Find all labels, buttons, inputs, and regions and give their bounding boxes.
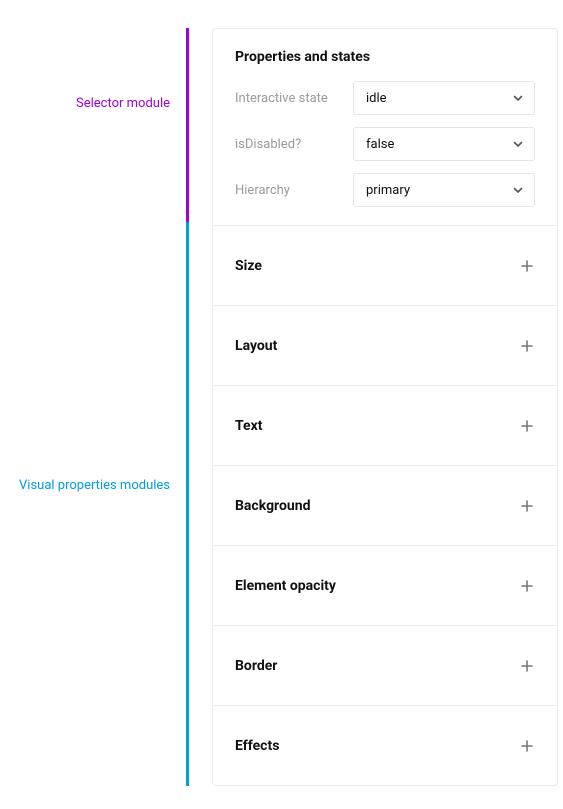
visual-section-label: Size xyxy=(235,258,262,274)
select-value: false xyxy=(366,137,394,152)
chevron-down-icon xyxy=(512,138,524,150)
property-label: isDisabled? xyxy=(235,137,353,152)
plus-icon xyxy=(519,258,535,274)
visual-bar xyxy=(186,222,189,786)
plus-icon xyxy=(519,418,535,434)
selector-bar xyxy=(186,28,189,222)
property-row-isdisabled: isDisabled? false xyxy=(235,127,535,161)
plus-icon xyxy=(519,338,535,354)
property-label: Hierarchy xyxy=(235,183,353,198)
visual-section-label: Element opacity xyxy=(235,578,336,594)
visual-section-size[interactable]: Size xyxy=(213,225,557,305)
hierarchy-select[interactable]: primary xyxy=(353,173,535,207)
plus-icon xyxy=(519,658,535,674)
visual-section-label: Text xyxy=(235,418,262,434)
select-value: primary xyxy=(366,183,410,198)
property-row-interactive-state: Interactive state idle xyxy=(235,81,535,115)
property-row-hierarchy: Hierarchy primary xyxy=(235,173,535,207)
plus-icon xyxy=(519,498,535,514)
visual-section-label: Effects xyxy=(235,738,279,754)
chevron-down-icon xyxy=(512,184,524,196)
visual-section-layout[interactable]: Layout xyxy=(213,305,557,385)
properties-panel: Properties and states Interactive state … xyxy=(212,28,558,786)
annotation-visual-label: Visual properties modules xyxy=(19,478,170,493)
visual-section-effects[interactable]: Effects xyxy=(213,705,557,785)
visual-section-element-opacity[interactable]: Element opacity xyxy=(213,545,557,625)
plus-icon xyxy=(519,738,535,754)
plus-icon xyxy=(519,578,535,594)
visual-section-label: Layout xyxy=(235,338,277,354)
visual-section-background[interactable]: Background xyxy=(213,465,557,545)
selector-module-title: Properties and states xyxy=(235,49,535,65)
isdisabled-select[interactable]: false xyxy=(353,127,535,161)
visual-section-border[interactable]: Border xyxy=(213,625,557,705)
annotation-column: Selector module Visual properties module… xyxy=(0,28,186,786)
select-value: idle xyxy=(366,91,387,106)
chevron-down-icon xyxy=(512,92,524,104)
visual-section-label: Border xyxy=(235,658,277,674)
selector-module: Properties and states Interactive state … xyxy=(213,29,557,225)
annotation-bars xyxy=(186,28,190,786)
annotation-selector-label: Selector module xyxy=(76,96,170,111)
visual-section-text[interactable]: Text xyxy=(213,385,557,465)
visual-section-label: Background xyxy=(235,498,310,514)
property-label: Interactive state xyxy=(235,91,353,106)
interactive-state-select[interactable]: idle xyxy=(353,81,535,115)
